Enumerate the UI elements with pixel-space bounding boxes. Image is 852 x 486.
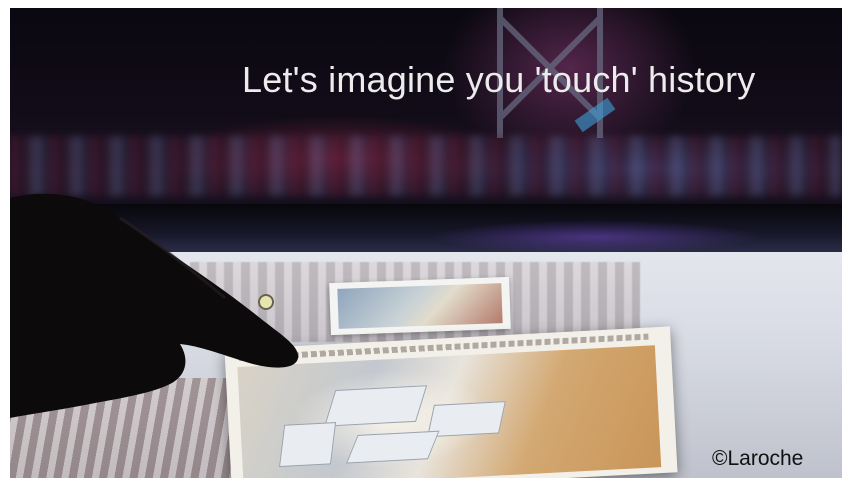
photo-frame: Let's imagine you 'touch' history ©Laroc… (0, 0, 852, 486)
caption-text: Let's imagine you 'touch' history (242, 59, 756, 100)
photo-credit: ©Laroche (712, 447, 804, 470)
hand-silhouette (10, 193, 299, 418)
photo-card-small-image (337, 283, 503, 329)
model-building (324, 385, 428, 427)
model-building (278, 422, 337, 468)
model-building (346, 430, 440, 464)
bezel-glow (430, 220, 760, 254)
photo-card-small[interactable] (329, 276, 511, 336)
photo: Let's imagine you 'touch' history (10, 8, 842, 478)
